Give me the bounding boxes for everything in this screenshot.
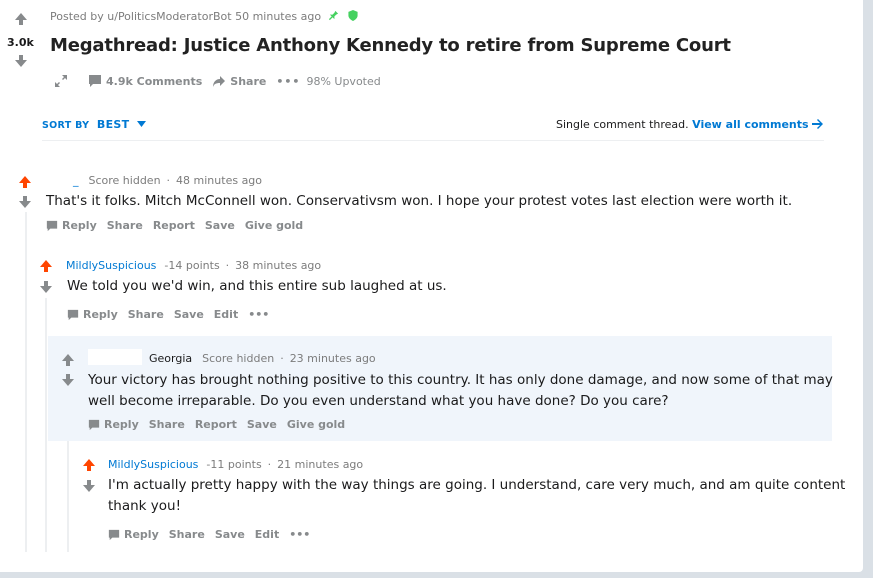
- upvote-arrow-icon[interactable]: [14, 12, 28, 26]
- post-author[interactable]: u/PoliticsModeratorBot: [107, 10, 231, 23]
- comments-count: 4.9k Comments: [106, 74, 203, 88]
- view-all-comments-link[interactable]: View all comments: [692, 118, 808, 131]
- comment-meta: MildlySuspicious -11 points · 21 minutes ag…: [108, 458, 364, 471]
- shield-icon: [348, 10, 358, 21]
- thread-notice: Single comment thread. View all comments: [556, 118, 824, 131]
- comment-icon: [88, 419, 100, 430]
- downvote-arrow-icon[interactable]: [61, 373, 75, 387]
- comment-icon: [89, 75, 101, 87]
- reply-button[interactable]: Reply: [88, 418, 139, 431]
- comment-time: 23 minutes ago: [289, 352, 376, 365]
- comment-icon: [67, 309, 79, 320]
- arrow-right-icon: [812, 119, 824, 129]
- sort-value: BEST: [96, 118, 130, 131]
- comment-icon: [108, 529, 120, 540]
- comments-button[interactable]: 4.9k Comments: [88, 74, 202, 88]
- upvote-percentage: 98% Upvoted: [306, 74, 381, 88]
- more-options-button[interactable]: •••: [289, 528, 310, 541]
- comment-icon: [46, 220, 58, 231]
- chevron-down-icon: [137, 121, 147, 127]
- post-meta: Posted by u/PoliticsModeratorBot 50 minu…: [50, 10, 358, 23]
- post-score: 3.0k: [7, 36, 34, 49]
- pin-icon: [328, 10, 338, 21]
- comment-meta: MildlySuspicious -14 points · 38 minutes ag…: [66, 259, 322, 272]
- share-label: Share: [230, 74, 267, 88]
- comment-time: 48 minutes ago: [176, 174, 263, 187]
- post-card: 3.0k Posted by u/PoliticsModeratorBot 50…: [0, 0, 863, 572]
- share-button[interactable]: Share: [149, 418, 185, 431]
- comment-score: Score hidden: [202, 352, 275, 365]
- post-action-bar: 4.9k Comments Share ••• 98% Upvoted: [54, 74, 381, 88]
- report-button[interactable]: Report: [153, 219, 195, 232]
- more-options-button[interactable]: •••: [248, 308, 269, 321]
- comment-action-bar: Reply Share Report Save Give gold: [46, 219, 313, 232]
- more-icon: •••: [276, 74, 301, 88]
- comment-author[interactable]: Georgia: [149, 352, 192, 365]
- downvote-arrow-icon[interactable]: [39, 280, 53, 294]
- save-button[interactable]: Save: [174, 308, 204, 321]
- more-icon: •••: [248, 308, 270, 321]
- more-icon: •••: [289, 528, 311, 541]
- post-time: 50 minutes ago: [235, 10, 322, 23]
- posted-by-label: Posted by: [50, 10, 104, 23]
- comment-author[interactable]: MildlySuspicious: [66, 259, 156, 272]
- share-button[interactable]: Share: [107, 219, 143, 232]
- sort-label: SORT BY: [42, 120, 90, 131]
- share-button[interactable]: Share: [212, 74, 266, 88]
- reply-button[interactable]: Reply: [108, 528, 159, 541]
- reply-button[interactable]: Reply: [67, 308, 118, 321]
- divider: [42, 140, 824, 141]
- sort-dropdown[interactable]: SORT BY BEST: [42, 118, 147, 131]
- comment-meta: Georgia Score hidden · 23 minutes ago: [149, 352, 376, 365]
- edit-button[interactable]: Edit: [214, 308, 238, 321]
- comment-score: -11 points: [206, 458, 262, 471]
- comment-action-bar: Reply Share Save Edit •••: [108, 528, 320, 541]
- share-icon: [213, 76, 226, 87]
- downvote-arrow-icon[interactable]: [14, 54, 28, 68]
- edit-button[interactable]: Edit: [255, 528, 279, 541]
- comment-time: 21 minutes ago: [277, 458, 364, 471]
- comment-score: -14 points: [164, 259, 220, 272]
- save-button[interactable]: Save: [205, 219, 235, 232]
- redacted-avatar: [88, 349, 142, 365]
- upvote-arrow-icon[interactable]: [61, 353, 75, 367]
- downvote-arrow-icon[interactable]: [82, 479, 96, 493]
- comment-time: 38 minutes ago: [235, 259, 322, 272]
- give-gold-button[interactable]: Give gold: [245, 219, 303, 232]
- upvote-arrow-icon[interactable]: [82, 458, 96, 472]
- share-button[interactable]: Share: [169, 528, 205, 541]
- more-options-button[interactable]: •••: [276, 75, 300, 88]
- comment-score: Score hidden: [88, 174, 161, 187]
- comment-author[interactable]: MildlySuspicious: [108, 458, 198, 471]
- report-button[interactable]: Report: [195, 418, 237, 431]
- upvote-arrow-icon[interactable]: [39, 259, 53, 273]
- share-button[interactable]: Share: [128, 308, 164, 321]
- comment-author[interactable]: _: [73, 174, 79, 187]
- reply-button[interactable]: Reply: [46, 219, 97, 232]
- comment-body: We told you we'd win, and this entire su…: [67, 278, 447, 294]
- give-gold-button[interactable]: Give gold: [287, 418, 345, 431]
- thread-line[interactable]: [45, 298, 47, 552]
- thread-line[interactable]: [25, 212, 27, 552]
- comment-action-bar: Reply Share Report Save Give gold: [88, 418, 355, 431]
- comment-body: Your victory has brought nothing positiv…: [88, 372, 833, 409]
- post-title[interactable]: Megathread: Justice Anthony Kennedy to r…: [50, 35, 731, 56]
- comment-action-bar: Reply Share Save Edit •••: [67, 308, 279, 321]
- thread-notice-text: Single comment thread.: [556, 118, 689, 131]
- save-button[interactable]: Save: [215, 528, 245, 541]
- expand-button[interactable]: [54, 74, 72, 88]
- expand-icon: [55, 75, 67, 87]
- comment-meta: _ Score hidden · 48 minutes ago: [73, 174, 263, 187]
- downvote-arrow-icon[interactable]: [18, 195, 32, 209]
- comment-body: I'm actually pretty happy with the way t…: [108, 477, 846, 514]
- save-button[interactable]: Save: [247, 418, 277, 431]
- upvote-arrow-icon[interactable]: [18, 175, 32, 189]
- comment-body: That's it folks. Mitch McConnell won. Co…: [46, 193, 793, 209]
